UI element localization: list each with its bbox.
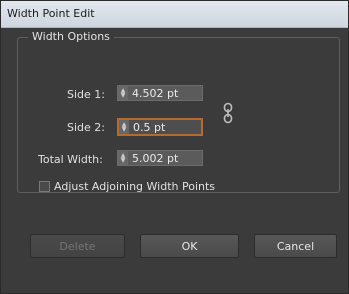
link-icon[interactable] (222, 102, 234, 124)
side1-stepper[interactable]: ▲ ▼ (118, 86, 128, 100)
delete-button[interactable]: Delete (30, 234, 125, 258)
stepper-down-icon[interactable]: ▼ (121, 93, 126, 99)
side2-field[interactable]: ▲ ▼ (117, 118, 203, 136)
adjust-adjoining-label[interactable]: Adjust Adjoining Width Points (54, 180, 215, 193)
stepper-down-icon[interactable]: ▼ (121, 158, 126, 164)
side1-input[interactable] (130, 86, 202, 100)
ok-button[interactable]: OK (140, 234, 239, 258)
side1-field[interactable]: ▲ ▼ (117, 85, 203, 101)
total-width-input[interactable] (130, 151, 202, 165)
side1-label: Side 1: (67, 88, 105, 101)
cancel-button[interactable]: Cancel (254, 234, 337, 258)
side2-input[interactable] (131, 120, 201, 134)
dialog-title: Width Point Edit (7, 7, 95, 20)
width-options-group: Width Options (17, 30, 340, 193)
total-width-stepper[interactable]: ▲ ▼ (118, 151, 128, 165)
side2-stepper[interactable]: ▲ ▼ (119, 120, 129, 134)
title-bar[interactable]: Width Point Edit (1, 1, 348, 28)
width-point-edit-dialog: Width Point Edit Width Options Side 1: ▲… (0, 0, 349, 294)
total-width-label: Total Width: (38, 153, 103, 166)
total-width-field[interactable]: ▲ ▼ (117, 150, 203, 166)
adjust-adjoining-checkbox[interactable] (39, 181, 50, 192)
stepper-down-icon[interactable]: ▼ (122, 127, 127, 133)
width-options-label: Width Options (28, 30, 114, 43)
side2-label: Side 2: (67, 121, 105, 134)
